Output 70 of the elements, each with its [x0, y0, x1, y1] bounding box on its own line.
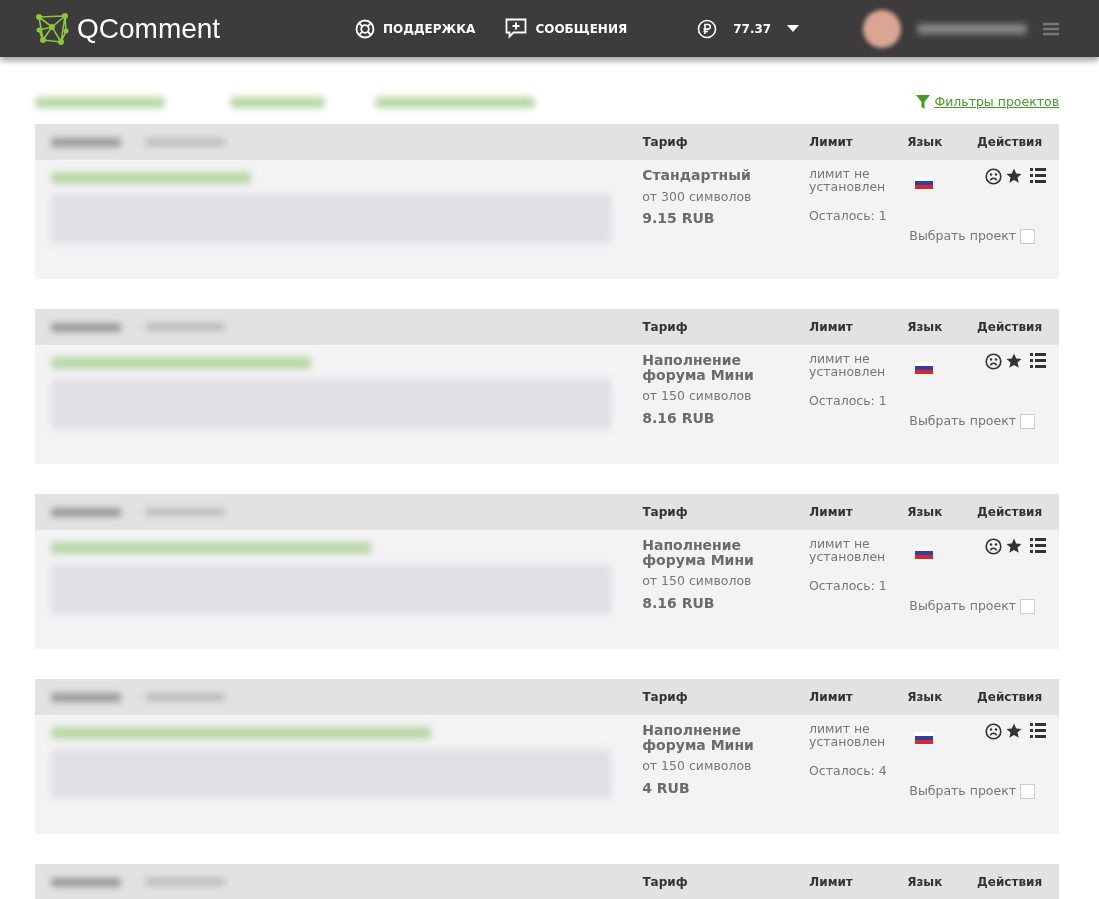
column-header: Лимит	[809, 135, 853, 149]
avatar-circle[interactable]	[863, 9, 901, 48]
column-header: Лимит	[809, 690, 853, 704]
caret-icon[interactable]	[787, 25, 800, 32]
russian-flag-icon	[915, 732, 933, 744]
column-header: Лимит	[809, 875, 853, 889]
column-header: Язык	[907, 505, 943, 519]
column-header: Язык	[907, 875, 943, 889]
price: 8.16 RUB	[642, 595, 716, 611]
blurred-text	[51, 322, 121, 332]
column-header: Тариф	[642, 135, 688, 149]
filter-link[interactable]: Фильтры проектов	[916, 92, 1059, 112]
char-count: от 300 символов	[642, 190, 753, 204]
remaining-count: Осталось: 4	[809, 765, 888, 778]
char-count: от 150 символов	[642, 575, 753, 588]
tariff-name: Наполнение форума Мини	[642, 723, 755, 753]
select-label: Выбрать проект	[909, 784, 1016, 798]
column-header: Действия	[977, 505, 1043, 519]
remaining-count: Осталось: 1	[809, 395, 888, 408]
price: 9.15 RUB	[642, 211, 716, 226]
column-header: Лимит	[809, 505, 853, 519]
select-label: Выбрать проект	[909, 599, 1016, 613]
select-checkbox[interactable]	[1020, 783, 1035, 799]
select-label: Выбрать проект	[909, 229, 1016, 243]
blurred-text	[51, 877, 121, 887]
price: 4 RUB	[642, 780, 691, 796]
network-logo-icon	[35, 12, 69, 45]
select-checkbox[interactable]	[1020, 598, 1035, 614]
limit-text: лимит не установлен	[809, 353, 887, 378]
column-header: Язык	[907, 690, 943, 704]
balance-amount: 77.37	[733, 20, 772, 38]
column-header: Действия	[977, 875, 1043, 889]
tariff-name: Стандартный	[642, 168, 752, 183]
select-checkbox[interactable]	[1020, 413, 1035, 429]
logo-text[interactable]: QComment	[77, 7, 221, 50]
select-label: Выбрать проект	[909, 414, 1016, 428]
russian-flag-icon	[915, 362, 933, 374]
russian-flag-icon	[915, 547, 933, 559]
column-header: Действия	[977, 690, 1043, 704]
column-header: Язык	[907, 320, 943, 334]
tariff-name: Наполнение форума Мини	[642, 538, 755, 568]
limit-text: лимит не установлен	[809, 538, 887, 563]
limit-text: лимит не установлен	[809, 168, 887, 193]
remaining-count: Осталось: 1	[809, 210, 888, 223]
column-header: Тариф	[642, 320, 688, 334]
nav-link[interactable]: СООБЩЕНИЯ	[505, 18, 628, 39]
column-header: Тариф	[642, 875, 688, 889]
funnel-icon	[916, 95, 931, 109]
blurred-text	[51, 507, 121, 517]
tariff-name: Наполнение форума Мини	[642, 353, 755, 383]
column-header: Действия	[977, 320, 1043, 334]
price: 8.16 RUB	[642, 410, 716, 426]
blurred-text	[51, 137, 121, 147]
russian-flag-icon	[915, 177, 933, 189]
column-header: Лимит	[809, 320, 853, 334]
char-count: от 150 символов	[642, 760, 753, 773]
limit-text: лимит не установлен	[809, 723, 887, 748]
column-header: Тариф	[642, 505, 688, 519]
lifebuoy-icon	[355, 18, 375, 39]
column-header: Язык	[907, 135, 943, 149]
remaining-count: Осталось: 1	[809, 580, 888, 593]
column-header: Действия	[977, 135, 1043, 149]
nav-link[interactable]: ПОДДЕРЖКА	[355, 18, 476, 39]
chat-plus-icon	[505, 18, 528, 39]
column-header: Тариф	[642, 690, 688, 704]
menu-icon[interactable]	[1043, 21, 1059, 36]
blurred-text	[51, 692, 121, 702]
select-checkbox[interactable]	[1020, 228, 1035, 244]
char-count: от 150 символов	[642, 390, 753, 403]
ruble-icon	[697, 18, 718, 39]
